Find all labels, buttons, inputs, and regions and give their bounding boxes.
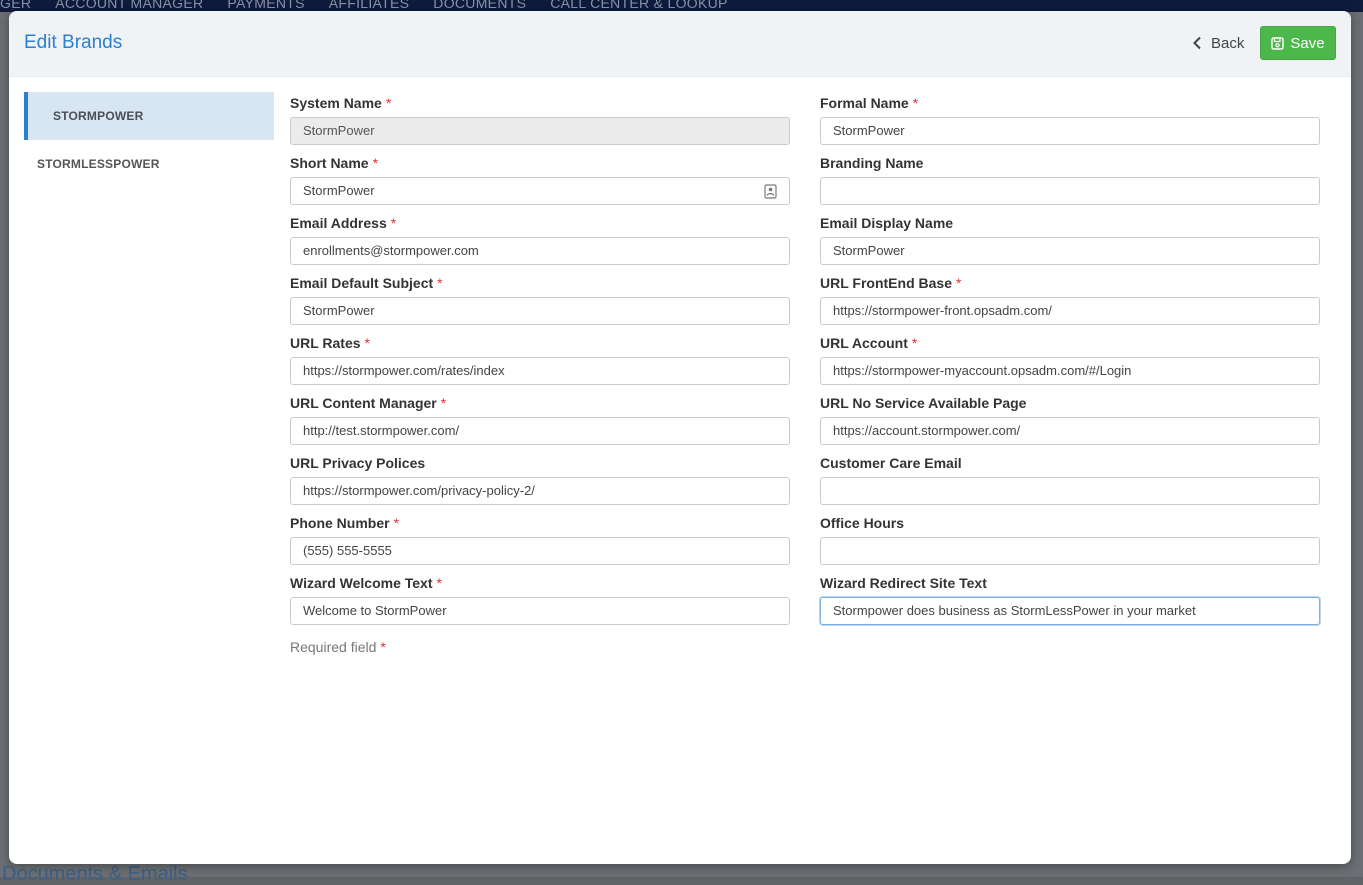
form-right-column: Formal Name * StormPower Branding Name Em… (820, 92, 1320, 632)
required-asterisk: * (380, 639, 386, 655)
modal-header: Edit Brands Back Save (9, 11, 1351, 77)
required-asterisk: * (911, 335, 918, 351)
field-branding-name: Branding Name (820, 152, 1320, 212)
email-display-name-input[interactable]: StormPower (820, 237, 1320, 265)
save-button[interactable]: Save (1260, 26, 1336, 60)
nav-item-call-center: CALL CENTER & LOOKUP (550, 0, 728, 11)
field-email-display-name: Email Display Name StormPower (820, 212, 1320, 272)
field-formal-name: Formal Name * StormPower (820, 92, 1320, 152)
email-default-subject-input[interactable]: StormPower (290, 297, 790, 325)
url-privacy-polices-input[interactable]: https://stormpower.com/privacy-policy-2/ (290, 477, 790, 505)
field-label: Short Name * (290, 155, 379, 171)
customer-care-email-input[interactable] (820, 477, 1320, 505)
phone-number-input[interactable]: (555) 555-5555 (290, 537, 790, 565)
nav-item-documents: DOCUMENTS (433, 0, 527, 11)
nav-item-payments: PAYMENTS (227, 0, 305, 11)
required-asterisk: * (372, 155, 379, 171)
field-label: URL FrontEnd Base * (820, 275, 962, 291)
brand-item-label: STORMLESSPOWER (37, 157, 160, 171)
chevron-left-icon (1193, 36, 1201, 50)
field-url-content-manager: URL Content Manager * http://test.stormpo… (290, 392, 790, 452)
field-customer-care-email: Customer Care Email (820, 452, 1320, 512)
nav-item-ger: GER (0, 0, 32, 11)
field-system-name: System Name * StormPower (290, 92, 790, 152)
field-email-default-subject: Email Default Subject * StormPower (290, 272, 790, 332)
field-label: Phone Number * (290, 515, 400, 531)
system-name-input: StormPower (290, 117, 790, 145)
url-content-manager-input[interactable]: http://test.stormpower.com/ (290, 417, 790, 445)
email-address-input[interactable]: enrollments@stormpower.com (290, 237, 790, 265)
field-wizard-redirect-site-text: Wizard Redirect Site Text Stormpower doe… (820, 572, 1320, 632)
url-frontend-base-input[interactable]: https://stormpower-front.opsadm.com/ (820, 297, 1320, 325)
nav-item-account-manager: ACCOUNT MANAGER (55, 0, 204, 11)
floppy-disk-icon (1271, 36, 1285, 50)
required-asterisk: * (436, 575, 442, 591)
brand-item-label: STORMPOWER (53, 109, 144, 123)
wizard-welcome-text-input[interactable]: Welcome to StormPower (290, 597, 790, 625)
field-label: Formal Name * (820, 95, 919, 111)
edit-brands-modal: Edit Brands Back Save STORMPOWER STORMLE… (9, 11, 1351, 864)
field-label: Wizard Redirect Site Text (820, 575, 987, 591)
field-label: Office Hours (820, 515, 905, 531)
field-label: Customer Care Email (820, 455, 962, 471)
field-short-name: Short Name * StormPower (290, 152, 790, 212)
brand-list: STORMPOWER STORMLESSPOWER (24, 92, 274, 188)
modal-title: Edit Brands (24, 32, 123, 53)
required-asterisk: * (385, 95, 392, 111)
back-button[interactable]: Back (1185, 27, 1250, 59)
required-asterisk: * (912, 95, 919, 111)
field-label: URL Rates * (290, 335, 370, 351)
field-url-rates: URL Rates * https://stormpower.com/rates/… (290, 332, 790, 392)
short-name-input[interactable]: StormPower (290, 177, 790, 205)
form-left-column: System Name * StormPower Short Name * Stor… (290, 92, 790, 632)
required-asterisk: * (437, 275, 443, 291)
required-asterisk: * (364, 335, 370, 351)
branding-name-input[interactable] (820, 177, 1320, 205)
wizard-redirect-site-text-input[interactable]: Stormpower does business as StormLessPow… (820, 597, 1320, 625)
field-label: Branding Name (820, 155, 924, 171)
url-account-input[interactable]: https://stormpower-myaccount.opsadm.com/… (820, 357, 1320, 385)
nav-item-affiliates: AFFILIATES (328, 0, 410, 11)
url-no-service-page-input[interactable]: https://account.stormpower.com/ (820, 417, 1320, 445)
url-rates-input[interactable]: https://stormpower.com/rates/index (290, 357, 790, 385)
required-asterisk: * (440, 395, 447, 411)
required-asterisk: * (393, 515, 400, 531)
field-label: URL Content Manager * (290, 395, 447, 411)
required-asterisk: * (955, 275, 962, 291)
field-label: Email Display Name (820, 215, 954, 231)
save-label: Save (1290, 34, 1325, 52)
field-url-no-service-page: URL No Service Available Page https://ac… (820, 392, 1320, 452)
field-label: URL No Service Available Page (820, 395, 1027, 411)
field-url-account: URL Account * https://stormpower-myaccoun… (820, 332, 1320, 392)
field-phone-number: Phone Number * (555) 555-5555 (290, 512, 790, 572)
background-section-title: Documents & Emails (2, 863, 188, 885)
field-label: URL Account * (820, 335, 918, 351)
required-field-note: Required field * (290, 639, 386, 655)
field-label: System Name * (290, 95, 392, 111)
field-url-frontend-base: URL FrontEnd Base * https://stormpower-fr… (820, 272, 1320, 332)
brand-item-stormpower[interactable]: STORMPOWER (24, 92, 274, 140)
field-office-hours: Office Hours (820, 512, 1320, 572)
field-label: Email Default Subject * (290, 275, 443, 291)
office-hours-input[interactable] (820, 537, 1320, 565)
required-asterisk: * (390, 215, 397, 231)
field-label: Email Address * (290, 215, 397, 231)
field-label: Wizard Welcome Text * (290, 575, 442, 591)
formal-name-input[interactable]: StormPower (820, 117, 1320, 145)
field-url-privacy-polices: URL Privacy Polices https://stormpower.c… (290, 452, 790, 512)
contact-card-icon[interactable] (764, 184, 777, 199)
field-email-address: Email Address * enrollments@stormpower.co… (290, 212, 790, 272)
field-label: URL Privacy Polices (290, 455, 426, 471)
field-wizard-welcome-text: Wizard Welcome Text * Welcome to StormPow… (290, 572, 790, 632)
brand-item-stormlesspower[interactable]: STORMLESSPOWER (24, 140, 274, 188)
back-label: Back (1211, 34, 1245, 52)
